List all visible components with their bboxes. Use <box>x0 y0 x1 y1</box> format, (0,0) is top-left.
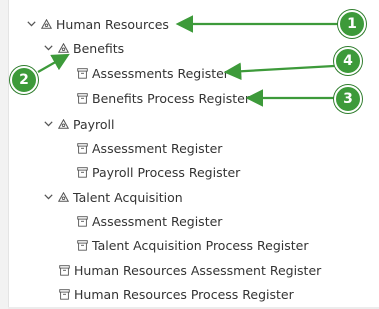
register-icon <box>76 138 88 158</box>
register-icon <box>76 211 88 231</box>
tree-node-label: Talent Acquisition <box>73 189 183 205</box>
tree-node-talent-acquisition[interactable]: Talent Acquisition <box>43 187 183 207</box>
register-icon <box>76 63 88 83</box>
tree-node-assessments-register[interactable]: Assessments Register <box>76 63 229 83</box>
tree-node-label: Assessments Register <box>92 65 229 81</box>
chevron-down-icon[interactable] <box>43 187 53 207</box>
tree-node-label: Human Resources Assessment Register <box>74 262 322 278</box>
callout-arrow-2 <box>37 53 70 73</box>
register-icon <box>76 88 88 108</box>
register-icon <box>58 284 70 304</box>
tree-node-label: Payroll <box>73 116 115 132</box>
org-unit-icon <box>57 114 69 134</box>
tree-node-label: Assessment Register <box>92 213 223 229</box>
org-unit-icon <box>57 38 69 58</box>
org-unit-icon <box>40 14 52 34</box>
tree-panel: Human Resources Benefits Assessments Reg… <box>0 0 379 309</box>
tree-node-human-resources[interactable]: Human Resources <box>26 14 169 34</box>
tree-node-benefits-process-register[interactable]: Benefits Process Register <box>76 88 250 108</box>
chevron-down-icon[interactable] <box>26 14 36 34</box>
tree-node-label: Human Resources Process Register <box>74 286 294 302</box>
tree-node-label: Human Resources <box>56 16 169 32</box>
callout-badge-1: 1 <box>338 10 366 38</box>
tree-node-talent-acquisition-process-register[interactable]: Talent Acquisition Process Register <box>76 235 308 255</box>
callout-arrow-4 <box>223 62 335 81</box>
org-unit-icon <box>57 187 69 207</box>
tree-node-payroll-process-register[interactable]: Payroll Process Register <box>76 162 240 182</box>
tree-node-talent-assessment-register[interactable]: Assessment Register <box>76 211 222 231</box>
tree-node-label: Talent Acquisition Process Register <box>92 237 309 253</box>
tree-node-benefits[interactable]: Benefits <box>43 38 124 58</box>
callout-badge-4: 4 <box>334 47 362 75</box>
callout-badge-2: 2 <box>10 66 38 94</box>
tree-node-label: Payroll Process Register <box>92 164 241 180</box>
tree-node-label: Benefits Process Register <box>92 90 250 106</box>
tree-node-hr-assessment-register[interactable]: Human Resources Assessment Register <box>58 260 321 280</box>
register-icon <box>76 162 88 182</box>
tree-node-hr-process-register[interactable]: Human Resources Process Register <box>58 284 294 304</box>
register-icon <box>76 235 88 255</box>
tree-node-payroll[interactable]: Payroll <box>43 114 115 134</box>
chevron-down-icon[interactable] <box>43 114 53 134</box>
panel-left-edge <box>0 0 9 309</box>
register-icon <box>58 260 70 280</box>
tree-node-label: Assessment Register <box>92 140 223 156</box>
chevron-down-icon[interactable] <box>43 38 53 58</box>
callout-badge-3: 3 <box>334 85 362 113</box>
tree-node-label: Benefits <box>73 40 125 56</box>
tree-node-payroll-assessment-register[interactable]: Assessment Register <box>76 138 222 158</box>
